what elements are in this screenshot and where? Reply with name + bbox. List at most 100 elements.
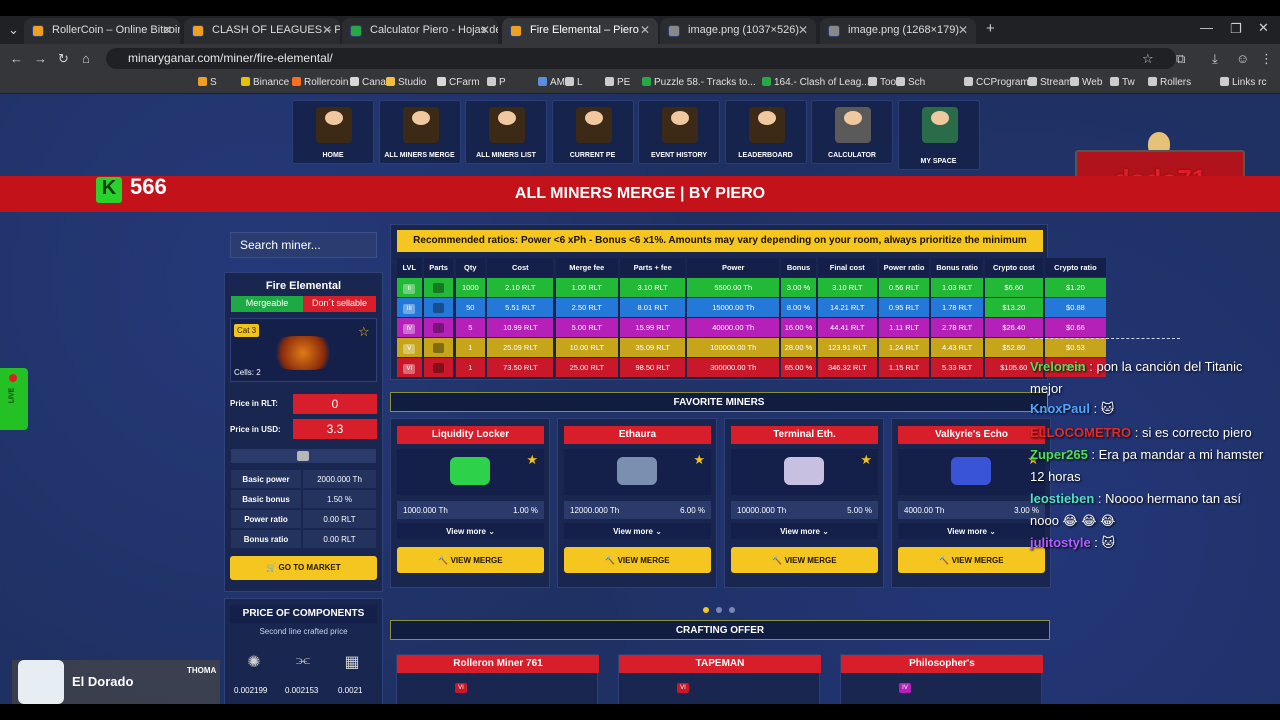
browser-tab[interactable]: RollerCoin – Online Bitcoin Min...✕ (24, 18, 180, 44)
bookmark-label: S (210, 77, 217, 88)
bookmark-item[interactable]: L (565, 77, 583, 88)
extensions-icon[interactable]: ⧉ (1176, 51, 1185, 67)
home-icon[interactable]: ⌂ (82, 51, 90, 66)
bookmark-item[interactable]: 164.- Clash of Leag... (762, 77, 870, 88)
view-merge-label: VIEW MERGE (784, 556, 837, 565)
carousel-dot[interactable] (729, 607, 735, 613)
chat-username: julitostyle (1030, 535, 1091, 550)
favorite-star-icon[interactable]: ★ (526, 452, 538, 468)
bookmark-item[interactable]: Tw (1110, 77, 1135, 88)
browser-tab[interactable]: CLASH OF LEAGUES – Piero✕ (184, 18, 340, 44)
nav-button[interactable]: EVENT HISTORY (638, 100, 720, 164)
view-more-button[interactable]: View more ⌄ (731, 523, 878, 539)
tab-title: Fire Elemental – Piero (530, 24, 639, 36)
table-cell: 1.03 RLT (931, 278, 983, 297)
favorite-power: 10000.000 Th (737, 506, 787, 515)
carousel-dot[interactable] (716, 607, 722, 613)
profile-icon[interactable]: ☺ (1236, 51, 1249, 66)
bookmark-item[interactable]: PE (605, 77, 630, 88)
bookmark-item[interactable]: CFarm (437, 77, 480, 88)
bookmark-item[interactable]: Binance (241, 77, 289, 88)
bookmark-item[interactable]: Puzzle 58.- Tracks to... (642, 77, 756, 88)
view-more-button[interactable]: View more ⌄ (898, 523, 1045, 539)
minimize-icon[interactable]: — (1200, 20, 1213, 35)
download-icon[interactable]: ⤓ (1212, 51, 1218, 67)
favorite-star-icon[interactable]: ★ (693, 452, 705, 468)
bookmark-item[interactable]: Canal (350, 77, 388, 88)
nav-button[interactable]: ALL MINERS MERGE (378, 100, 461, 164)
bookmark-item[interactable]: Stream (1028, 77, 1072, 88)
maximize-icon[interactable]: ❐ (1230, 21, 1242, 37)
tab-close-icon[interactable]: ✕ (480, 23, 490, 37)
bookmark-star-icon[interactable]: ☆ (1142, 51, 1154, 67)
bookmark-icon (762, 77, 771, 86)
table-cell: 14.21 RLT (817, 298, 877, 317)
bookmark-item[interactable]: Links rc (1220, 77, 1266, 88)
table-cell (423, 358, 454, 377)
price-usd-input[interactable]: 3.3 (293, 419, 377, 439)
view-merge-button[interactable]: 🔨 VIEW MERGE (898, 547, 1045, 573)
menu-icon[interactable]: ⋮ (1260, 51, 1273, 67)
nav-label: ALL MINERS MERGE (384, 152, 455, 159)
search-input[interactable]: Search miner... (230, 232, 377, 258)
page-title: ALL MINERS MERGE | BY PIERO (514, 185, 766, 202)
nav-button[interactable]: ALL MINERS LIST (465, 100, 547, 164)
components-subtitle: Second line crafted price (259, 627, 348, 636)
tab-favicon (32, 25, 44, 37)
table-cell: 3.10 RLT (817, 278, 877, 297)
bookmark-item[interactable]: P (487, 77, 506, 88)
table-cell: 5.00 RLT (555, 318, 619, 337)
bookmark-item[interactable]: S (198, 77, 217, 88)
view-more-button[interactable]: View more ⌄ (397, 523, 544, 539)
reload-icon[interactable]: ↻ (58, 51, 69, 67)
view-merge-button[interactable]: 🔨 VIEW MERGE (564, 547, 711, 573)
bookmark-item[interactable]: CCProgram (964, 77, 1029, 88)
bookmark-item[interactable]: Rollercoin (292, 77, 348, 88)
nav-button[interactable]: HOME (292, 100, 374, 164)
tab-close-icon[interactable]: ✕ (798, 23, 808, 37)
chat-username: leostieben (1030, 491, 1095, 506)
favorite-stats: 4000.00 Th 3.00 % (898, 501, 1045, 519)
chat-message: leostieben : Noooo hermano tan así nooo … (1030, 488, 1270, 532)
view-more-button[interactable]: View more ⌄ (564, 523, 711, 539)
price-rlt-input[interactable]: 0 (293, 394, 377, 414)
tab-close-icon[interactable]: ✕ (162, 23, 172, 37)
bookmark-item[interactable]: Studio (386, 77, 426, 88)
slider-knob[interactable] (297, 451, 309, 461)
table-cell: $1.20 (1044, 278, 1107, 297)
browser-tab[interactable]: image.png (1037×526) ✕ (660, 18, 816, 44)
favorite-star-icon[interactable]: ★ (860, 452, 872, 468)
browser-tab[interactable]: Fire Elemental – Piero ✕ (502, 18, 658, 44)
forward-icon[interactable]: → (34, 51, 47, 66)
browser-tab[interactable]: Calculator Piero - Hojas de cálc...✕ (342, 18, 498, 44)
tab-search-icon[interactable]: ⌄ (8, 22, 19, 38)
view-merge-button[interactable]: 🔨 VIEW MERGE (731, 547, 878, 573)
new-tab-icon[interactable]: + (986, 20, 995, 37)
bookmark-label: PE (617, 77, 631, 88)
tab-close-icon[interactable]: ✕ (958, 23, 968, 37)
back-icon[interactable]: ← (10, 51, 23, 66)
table-cell: 300000.00 Th (687, 358, 780, 377)
bookmark-item[interactable]: AM (538, 77, 565, 88)
carousel-dot[interactable] (703, 607, 709, 613)
tab-close-icon[interactable]: ✕ (322, 23, 332, 37)
nav-button[interactable]: LEADERBOARD (724, 100, 807, 164)
nav-button[interactable]: CURRENT PE (551, 100, 634, 164)
view-merge-button[interactable]: 🔨 VIEW MERGE (397, 547, 544, 573)
favorite-star-icon[interactable]: ☆ (358, 324, 370, 340)
close-window-icon[interactable]: ✕ (1258, 20, 1269, 36)
nav-button[interactable]: MY SPACE (897, 100, 980, 170)
stat-label: Power ratio (231, 510, 301, 528)
tab-close-icon[interactable]: ✕ (640, 23, 650, 37)
bookmark-item[interactable]: Sch (896, 77, 925, 88)
browser-tab[interactable]: image.png (1268×179) ✕ (820, 18, 976, 44)
table-cell: $0.66 (1044, 318, 1107, 337)
bookmark-item[interactable]: Rollers (1148, 77, 1191, 88)
nav-button[interactable]: CALCULATOR (811, 100, 893, 164)
go-to-market-button[interactable]: 🛒 GO TO MARKET (230, 556, 377, 580)
url-field[interactable]: minaryganar.com/miner/fire-elemental/ (106, 48, 1176, 69)
level-badge: IV (403, 324, 416, 334)
bookmark-item[interactable]: Web (1070, 77, 1102, 88)
table-cell: 0.56 RLT (878, 278, 930, 297)
stat-label: Basic bonus (231, 490, 301, 508)
